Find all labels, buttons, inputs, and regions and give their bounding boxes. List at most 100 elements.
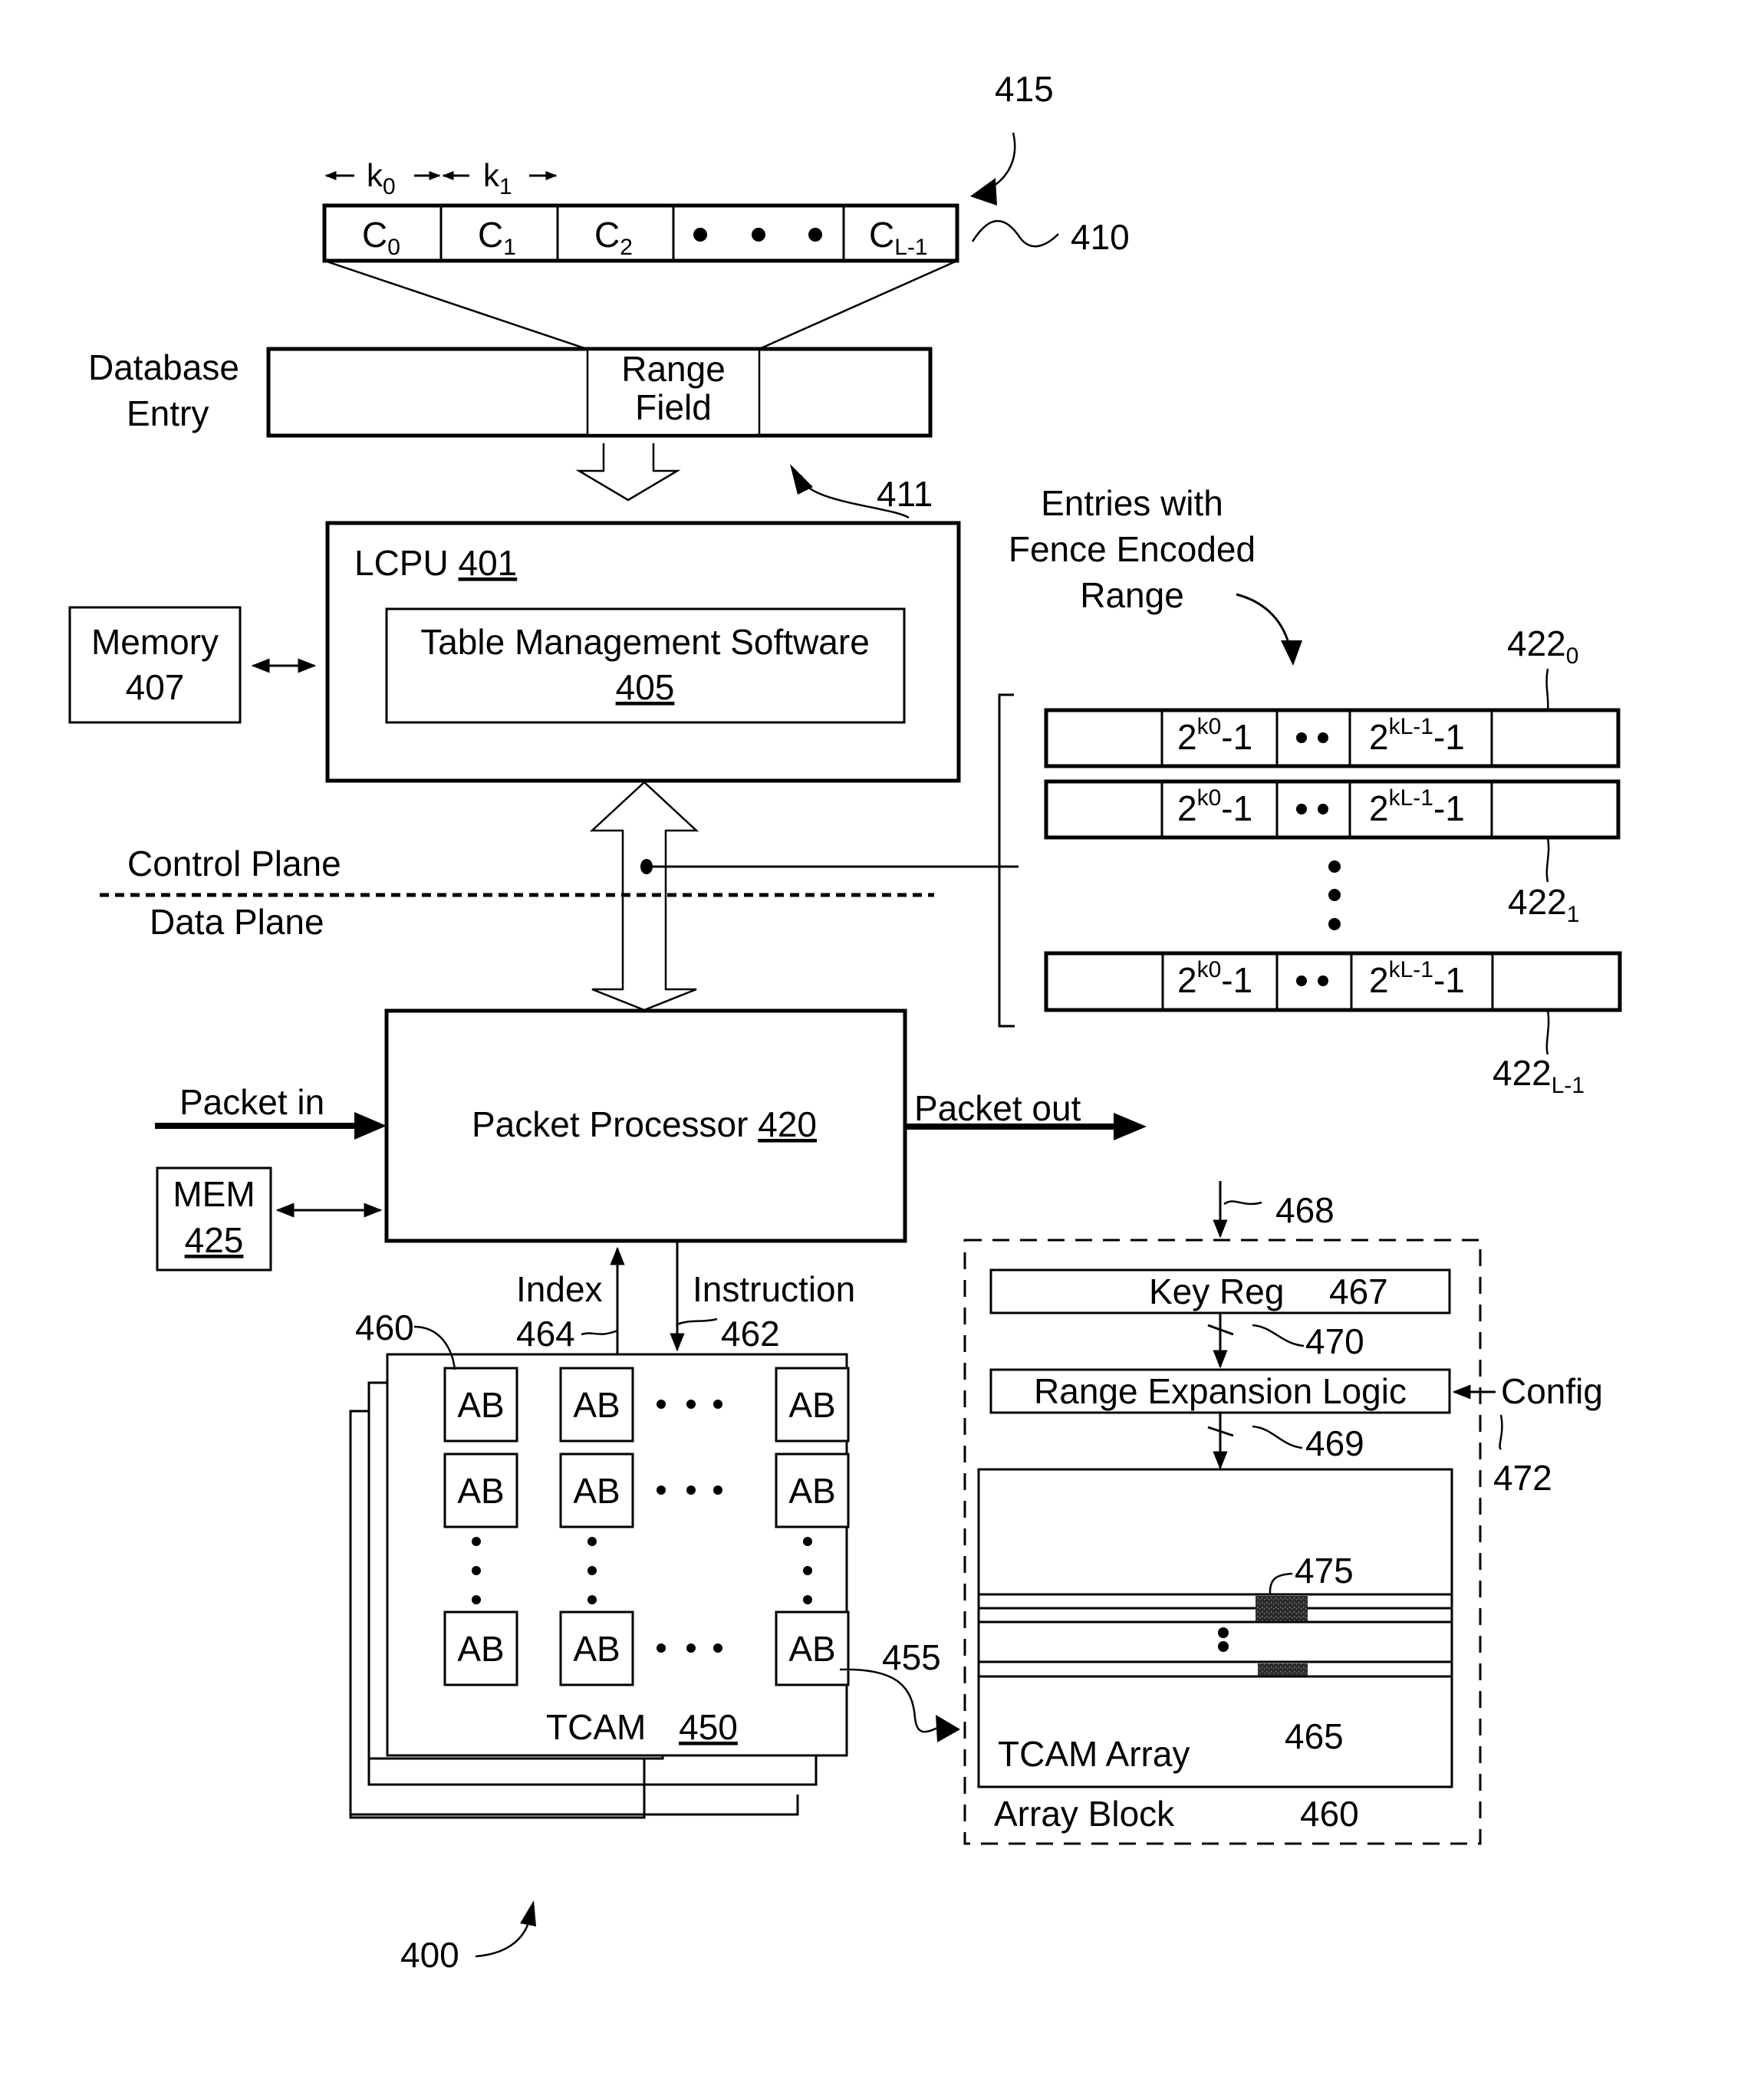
range-field-label-1: Range — [621, 349, 726, 389]
array-block-ref: 460 — [1300, 1794, 1359, 1834]
array-block-cell-label: AB — [788, 1629, 835, 1669]
table-management-software-ref: 405 — [616, 667, 675, 707]
ref-410-leader — [971, 219, 1059, 248]
column-ellipsis-dot — [587, 1566, 597, 1575]
tcam-signals: Index 464 Instruction 462 — [516, 1242, 855, 1354]
ref-410-label: 410 — [1071, 217, 1130, 257]
segment-width-labels: k0 k1 — [324, 157, 558, 199]
array-block-cell-label: AB — [573, 1629, 620, 1669]
ref-422-1-leader — [1545, 837, 1550, 883]
ref-470-label: 470 — [1305, 1321, 1364, 1361]
config-label: Config — [1501, 1371, 1603, 1411]
figure-ref-arrowhead-icon — [520, 1900, 536, 1926]
lcpu-block: LCPU 401 Table Management Software 405 — [325, 521, 961, 783]
array-block-cell-label: AB — [573, 1471, 620, 1511]
ref-422-1-label: 4221 — [1508, 882, 1579, 927]
array-block-detail: 468 Key Reg 467 470 Range Expansion Logi… — [963, 1181, 1603, 1845]
index-ref-leader — [581, 1329, 618, 1336]
array-block-cell-label: AB — [457, 1385, 504, 1425]
ab-link-455-label: 455 — [882, 1637, 941, 1677]
column-ellipsis-dot — [472, 1566, 481, 1575]
array-block-cell-label: AB — [457, 1471, 504, 1511]
entries-bracket — [998, 693, 1015, 1028]
ref-422-l-1-leader — [1545, 1009, 1550, 1055]
array-ellipsis-dot — [1218, 1641, 1229, 1652]
memory-label: Memory — [91, 622, 219, 662]
ref-475-label: 475 — [1295, 1551, 1354, 1591]
column-ellipsis-dot — [587, 1595, 597, 1604]
row-ellipsis-dot — [657, 1400, 666, 1409]
array-block-label: Array Block — [994, 1794, 1175, 1834]
database-entry-label-2: Entry — [127, 393, 209, 433]
ref-415-arrowhead-icon — [970, 178, 997, 206]
ref-422-0-leader — [1545, 668, 1549, 711]
instruction-label: Instruction — [693, 1269, 855, 1309]
array-block-cell-label: AB — [788, 1385, 835, 1425]
packet-in-arrowhead-icon — [354, 1112, 387, 1140]
packet-out-label: Packet out — [914, 1088, 1081, 1128]
memory-block: Memory 407 — [68, 606, 317, 724]
fence-encoded-entries: Entries with Fence Encoded Range 2k0-1 2… — [998, 483, 1622, 1098]
ab-link-455-arrowhead-icon — [936, 1715, 960, 1742]
fence-entry-row: 2k0-1 2kL-1-1 4221 — [1044, 779, 1621, 927]
k0-label: k0 — [367, 157, 396, 199]
row-ellipsis-dot — [686, 1400, 696, 1409]
fence-caption-2: Fence Encoded — [1009, 529, 1256, 569]
row-ellipsis-dot — [657, 1485, 666, 1495]
segment-ellipsis-dot — [752, 228, 765, 242]
row-ellipsis-dot — [657, 1643, 666, 1653]
segment-ellipsis-dot — [693, 228, 707, 242]
fence-caption-3: Range — [1080, 575, 1184, 615]
row-ellipsis-dot — [713, 1643, 722, 1653]
patent-figure-400: 415 k0 k1 C0 C1 C2 CL-1 410 Database Ent… — [68, 69, 1622, 1975]
range-field-down-arrow-icon — [575, 443, 681, 502]
control-plane-label: Control Plane — [127, 844, 341, 883]
fence-caption-1: Entries with — [1041, 483, 1223, 523]
column-ellipsis-dot — [803, 1537, 812, 1546]
lcpu-title: LCPU 401 — [354, 543, 517, 583]
column-ellipsis-dot — [587, 1537, 597, 1546]
figure-ref-400: 400 — [400, 1900, 536, 1975]
database-entry-label-1: Database — [88, 347, 239, 387]
row-ellipsis-dot — [686, 1485, 696, 1495]
key-segments-frame — [322, 203, 959, 263]
range-entry-cell-475 — [1258, 1663, 1308, 1676]
range-entry-cell-475 — [1256, 1596, 1308, 1621]
ref-422-0-label: 4220 — [1507, 623, 1578, 669]
mem-ref: 425 — [185, 1220, 244, 1260]
packet-in-label: Packet in — [179, 1082, 324, 1122]
ab-link-455-leader — [839, 1668, 944, 1733]
packet-processor-label: Packet Processor 420 — [472, 1104, 817, 1144]
index-label: Index — [516, 1269, 603, 1309]
entries-ellipsis-dot — [1328, 860, 1341, 873]
instruction-ref: 462 — [721, 1314, 780, 1354]
ref-469-leader — [1252, 1425, 1303, 1449]
ref-411-label: 411 — [877, 474, 933, 514]
array-block-cell-label: AB — [573, 1385, 620, 1425]
column-ellipsis-dot — [472, 1595, 481, 1604]
segment-ellipsis-dot — [808, 228, 822, 242]
ref-472-leader-placeholder — [1499, 1414, 1503, 1450]
key-segments-ref-415: 415 — [970, 69, 1054, 206]
table-management-software-label: Table Management Software — [420, 622, 870, 662]
ref-415-label: 415 — [995, 69, 1054, 109]
tcam-label: TCAM 450 — [546, 1707, 738, 1747]
ref-468-label: 468 — [1275, 1190, 1335, 1230]
tcam-array-ref: 465 — [1285, 1716, 1344, 1756]
ref-468-leader — [1223, 1200, 1262, 1206]
column-ellipsis-dot — [472, 1537, 481, 1546]
k1-label: k1 — [483, 157, 512, 199]
data-plane-label: Data Plane — [150, 902, 324, 942]
column-ellipsis-dot — [803, 1595, 812, 1604]
ref-472-label: 472 — [1493, 1458, 1552, 1498]
mem-block: MEM 425 — [156, 1166, 383, 1272]
array-block-cell-label: AB — [457, 1629, 504, 1669]
key-reg-label: Key Reg — [1149, 1272, 1284, 1311]
bus-tap-dot — [640, 859, 653, 874]
memory-ref: 407 — [126, 667, 185, 707]
fence-entry-row: 2k0-1 2kL-1-1 4220 — [1044, 623, 1621, 768]
ref-415-leader — [981, 132, 1016, 193]
figure-ref-leader — [475, 1924, 529, 1958]
range-field-label-2: Field — [635, 387, 712, 427]
key-reg-ref: 467 — [1329, 1272, 1388, 1311]
